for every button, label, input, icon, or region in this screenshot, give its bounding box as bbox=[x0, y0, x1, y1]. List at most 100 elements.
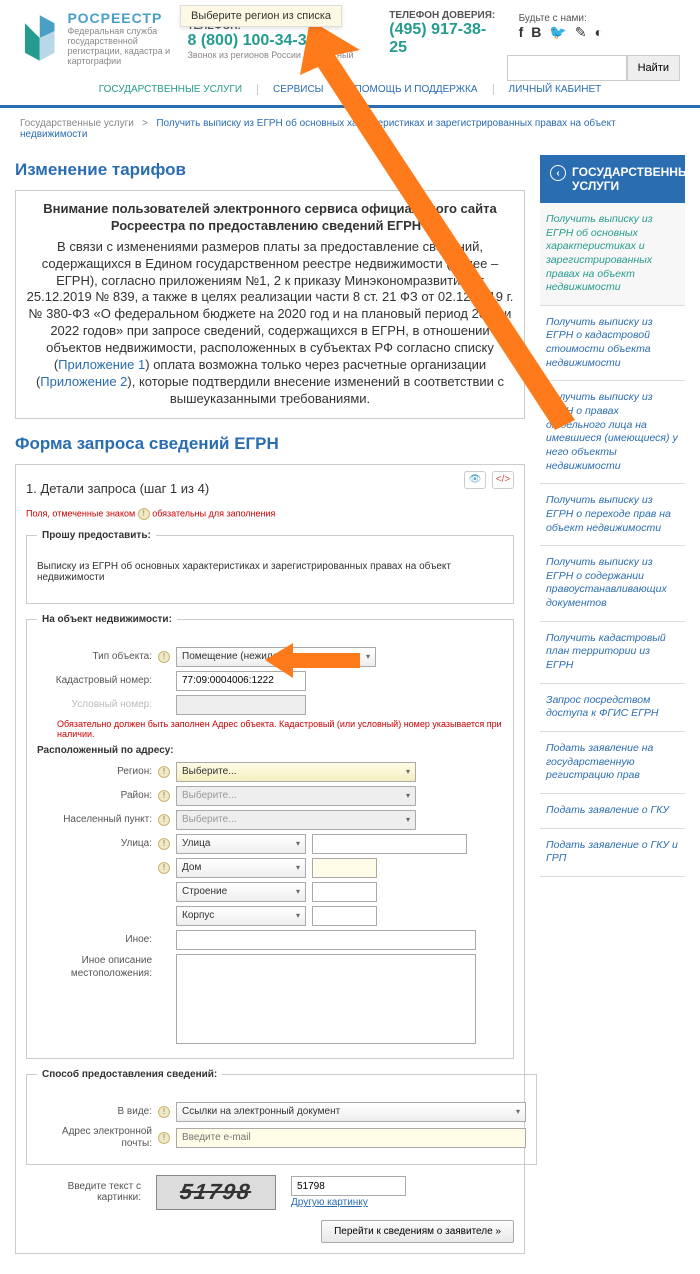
help-icon[interactable]: ! bbox=[158, 814, 170, 826]
district-select[interactable]: Выберите... bbox=[176, 786, 416, 806]
notice-body3: ), которые подтвердили внесение изменени… bbox=[127, 374, 504, 406]
help-icon[interactable]: ! bbox=[158, 838, 170, 850]
other-input[interactable] bbox=[176, 930, 476, 950]
fieldset-object: На объект недвижимости: Тип объекта: ! П… bbox=[26, 614, 514, 1059]
sidebar-item-0[interactable]: Получить выписку из ЕГРН об основных хар… bbox=[540, 203, 685, 306]
fieldset-delivery: Способ предоставления сведений: В виде: … bbox=[26, 1069, 537, 1165]
cond-label: Условный номер: bbox=[37, 699, 152, 710]
help-icon[interactable]: ! bbox=[158, 790, 170, 802]
house-type-select[interactable]: Дом bbox=[176, 858, 306, 878]
notice-body1: В связи с изменениями размеров платы за … bbox=[27, 239, 514, 372]
object-legend: На объект недвижимости: bbox=[37, 614, 177, 625]
main-content: Изменение тарифов Внимание пользователей… bbox=[15, 155, 525, 1254]
help-icon[interactable]: ! bbox=[158, 651, 170, 663]
house-input[interactable] bbox=[312, 858, 377, 878]
code-icon[interactable]: </> bbox=[492, 471, 514, 489]
fieldset-provide: Прошу предоставить: Выписку из ЕГРН об о… bbox=[26, 530, 514, 604]
help-icon[interactable]: ! bbox=[158, 1132, 170, 1144]
notice-link1[interactable]: Приложение 1 bbox=[58, 357, 145, 372]
desc-textarea[interactable] bbox=[176, 954, 476, 1044]
captcha-label: Введите текст с картинки: bbox=[26, 1181, 141, 1203]
form-box: 👁 </> 1. Детали запроса (шаг 1 из 4) Пол… bbox=[15, 464, 525, 1254]
city-select[interactable]: Выберите... bbox=[176, 810, 416, 830]
phone-trust-number: (495) 917-38-25 bbox=[389, 21, 503, 57]
format-label: В виде: bbox=[37, 1106, 152, 1117]
logo[interactable]: РОСРЕЕСТР Федеральная служба государстве… bbox=[20, 10, 172, 66]
search: Найти bbox=[507, 55, 680, 81]
notice-link2[interactable]: Приложение 2 bbox=[40, 374, 127, 389]
email-label: Адрес электронной почты: bbox=[37, 1126, 152, 1150]
twitter-icon[interactable]: 🐦 bbox=[549, 24, 566, 41]
tariff-heading: Изменение тарифов bbox=[15, 160, 525, 180]
lj-icon[interactable]: ✎ bbox=[575, 24, 587, 41]
sidebar-item-3[interactable]: Получить выписку из ЕГРН о переходе прав… bbox=[540, 484, 685, 546]
nav-help[interactable]: ПОМОЩЬ И ПОДДЕРЖКА bbox=[340, 84, 494, 95]
addr-legend: Расположенный по адресу: bbox=[37, 745, 503, 756]
nav-account[interactable]: ЛИЧНЫЙ КАБИНЕТ bbox=[494, 84, 617, 95]
street-label: Улица: bbox=[37, 838, 152, 849]
email-input[interactable] bbox=[176, 1128, 526, 1148]
district-label: Район: bbox=[37, 790, 152, 801]
search-input[interactable] bbox=[507, 55, 627, 81]
required-icon: ! bbox=[138, 508, 150, 520]
sidebar-item-5[interactable]: Получить кадастровый план территории из … bbox=[540, 622, 685, 684]
building-type-select[interactable]: Строение bbox=[176, 882, 306, 902]
preview-icon[interactable]: 👁 bbox=[464, 471, 486, 489]
format-select[interactable]: Ссылки на электронный документ bbox=[176, 1102, 526, 1122]
phone-trust-label: ТЕЛЕФОН ДОВЕРИЯ: bbox=[389, 10, 503, 21]
region-select[interactable]: Выберите... bbox=[176, 762, 416, 782]
captcha-input[interactable] bbox=[291, 1176, 406, 1196]
region-label: Регион: bbox=[37, 766, 152, 777]
other-label: Иное: bbox=[37, 934, 152, 945]
breadcrumb: Государственные услуги > Получить выписк… bbox=[0, 108, 700, 150]
captcha-image: 51798 bbox=[156, 1175, 276, 1210]
notice-title: Внимание пользователей электронного серв… bbox=[22, 201, 518, 235]
desc-label: Иное описание местоположения: bbox=[37, 954, 152, 980]
korpus-type-select[interactable]: Корпус bbox=[176, 906, 306, 926]
sidebar: ‹ ГОСУДАРСТВЕННЫЕ УСЛУГИ Получить выписк… bbox=[540, 155, 685, 1254]
sidebar-title: ГОСУДАРСТВЕННЫЕ УСЛУГИ bbox=[572, 165, 698, 193]
cond-input bbox=[176, 695, 306, 715]
help-icon[interactable]: ! bbox=[158, 862, 170, 874]
search-button[interactable]: Найти bbox=[627, 55, 680, 81]
submit-button[interactable]: Перейти к сведениям о заявителе » bbox=[321, 1220, 514, 1243]
help-icon[interactable]: ! bbox=[158, 1106, 170, 1118]
nav-tools[interactable]: СЕРВИСЫ bbox=[258, 84, 340, 95]
korpus-input[interactable] bbox=[312, 906, 377, 926]
vk-icon[interactable]: B bbox=[531, 24, 541, 41]
delivery-legend: Способ предоставления сведений: bbox=[37, 1069, 222, 1080]
captcha-text: 51798 bbox=[179, 1179, 254, 1205]
sidebar-item-7[interactable]: Подать заявление на государственную реги… bbox=[540, 732, 685, 794]
nav-services[interactable]: ГОСУДАРСТВЕННЫЕ УСЛУГИ bbox=[84, 84, 258, 95]
logo-title: РОСРЕЕСТР bbox=[67, 10, 172, 26]
help-icon[interactable]: ! bbox=[158, 766, 170, 778]
back-arrow-icon[interactable]: ‹ bbox=[550, 165, 566, 181]
breadcrumb-sep: > bbox=[142, 118, 148, 129]
sidebar-item-1[interactable]: Получить выписку из ЕГРН о кадастровой с… bbox=[540, 306, 685, 382]
sidebar-item-9[interactable]: Подать заявление о ГКУ и ГРП bbox=[540, 829, 685, 877]
logo-text: РОСРЕЕСТР Федеральная служба государстве… bbox=[67, 10, 172, 66]
street-type-select[interactable]: Улица bbox=[176, 834, 306, 854]
street-input[interactable] bbox=[312, 834, 467, 854]
sidebar-item-8[interactable]: Подать заявление о ГКУ bbox=[540, 794, 685, 829]
provide-text: Выписку из ЕГРН об основных характеристи… bbox=[37, 551, 503, 593]
sidebar-item-4[interactable]: Получить выписку из ЕГРН о содержании пр… bbox=[540, 546, 685, 622]
cad-input[interactable] bbox=[176, 671, 306, 691]
header: РОСРЕЕСТР Федеральная служба государстве… bbox=[0, 0, 700, 71]
obj-type-select[interactable]: Помещение (нежилое) bbox=[176, 647, 376, 667]
obj-type-label: Тип объекта: bbox=[37, 651, 152, 662]
social-label: Будьте с нами: bbox=[519, 13, 587, 24]
phone-help-number: 8 (800) 100-34-34 bbox=[187, 32, 364, 50]
sidebar-item-2[interactable]: Получить выписку из ЕГРН о правах отдель… bbox=[540, 381, 685, 484]
breadcrumb-root[interactable]: Государственные услуги bbox=[20, 118, 134, 129]
captcha-row: Введите текст с картинки: 51798 Другую к… bbox=[26, 1175, 514, 1210]
captcha-refresh-link[interactable]: Другую картинку bbox=[291, 1197, 368, 1208]
building-input[interactable] bbox=[312, 882, 377, 902]
facebook-icon[interactable]: f bbox=[519, 24, 524, 41]
city-label: Населенный пункт: bbox=[37, 814, 152, 825]
contrast-icon[interactable]: ◐ bbox=[595, 24, 603, 41]
region-tooltip: Выберите регион из списка bbox=[180, 5, 342, 27]
step-title: 1. Детали запроса (шаг 1 из 4) bbox=[26, 475, 514, 502]
phone-trust: ТЕЛЕФОН ДОВЕРИЯ: (495) 917-38-25 bbox=[389, 10, 503, 60]
sidebar-item-6[interactable]: Запрос посредством доступа к ФГИС ЕГРН bbox=[540, 684, 685, 732]
